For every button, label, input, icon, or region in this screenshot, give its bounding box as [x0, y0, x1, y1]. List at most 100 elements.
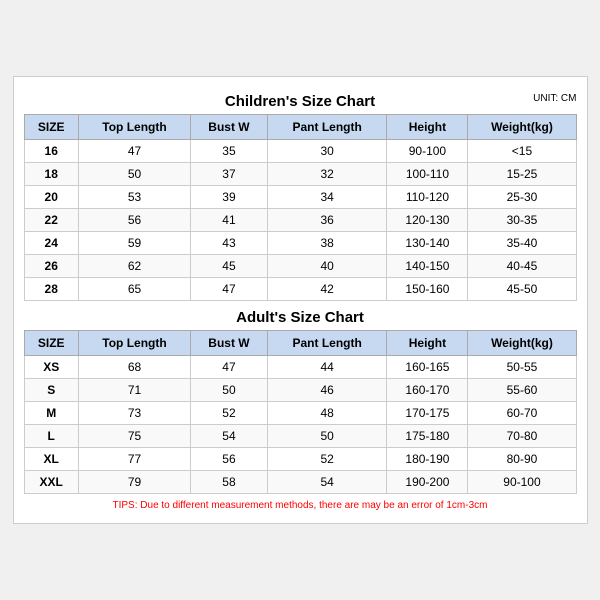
- table-cell: 38: [267, 232, 387, 255]
- table-cell: 150-160: [387, 278, 468, 301]
- table-cell: 47: [191, 356, 268, 379]
- table-cell: L: [24, 425, 78, 448]
- adult-table-body: XS684744160-16550-55S715046160-17055-60M…: [24, 356, 576, 494]
- table-cell: 52: [191, 402, 268, 425]
- table-cell: 39: [191, 186, 268, 209]
- table-cell: 26: [24, 255, 78, 278]
- column-header: Pant Length: [267, 115, 387, 140]
- column-header: Height: [387, 115, 468, 140]
- table-cell: 30: [267, 140, 387, 163]
- table-cell: XL: [24, 448, 78, 471]
- table-row: 20533934110-12025-30: [24, 186, 576, 209]
- children-table-body: 1647353090-100<1518503732100-11015-25205…: [24, 140, 576, 301]
- table-cell: <15: [468, 140, 576, 163]
- table-cell: 53: [78, 186, 190, 209]
- table-row: 24594338130-14035-40: [24, 232, 576, 255]
- table-cell: 50: [191, 379, 268, 402]
- table-cell: 71: [78, 379, 190, 402]
- table-cell: 140-150: [387, 255, 468, 278]
- table-cell: 62: [78, 255, 190, 278]
- table-cell: 50: [267, 425, 387, 448]
- table-row: 18503732100-11015-25: [24, 163, 576, 186]
- table-cell: 45: [191, 255, 268, 278]
- children-size-table: SIZETop LengthBust WPant LengthHeightWei…: [24, 114, 577, 301]
- table-row: L755450175-18070-80: [24, 425, 576, 448]
- table-cell: 25-30: [468, 186, 576, 209]
- table-cell: 170-175: [387, 402, 468, 425]
- table-cell: M: [24, 402, 78, 425]
- table-cell: 56: [78, 209, 190, 232]
- table-cell: XS: [24, 356, 78, 379]
- table-cell: 58: [191, 471, 268, 494]
- table-cell: 18: [24, 163, 78, 186]
- table-cell: 30-35: [468, 209, 576, 232]
- table-cell: 55-60: [468, 379, 576, 402]
- unit-label: UNIT: CM: [533, 93, 576, 104]
- table-cell: 160-170: [387, 379, 468, 402]
- table-cell: 100-110: [387, 163, 468, 186]
- table-cell: 77: [78, 448, 190, 471]
- table-cell: 45-50: [468, 278, 576, 301]
- table-cell: 40: [267, 255, 387, 278]
- table-cell: 34: [267, 186, 387, 209]
- column-header: Top Length: [78, 115, 190, 140]
- table-cell: 22: [24, 209, 78, 232]
- table-cell: 79: [78, 471, 190, 494]
- table-cell: 80-90: [468, 448, 576, 471]
- table-cell: 43: [191, 232, 268, 255]
- table-cell: 54: [191, 425, 268, 448]
- table-cell: 37: [191, 163, 268, 186]
- table-cell: 47: [78, 140, 190, 163]
- table-cell: 50-55: [468, 356, 576, 379]
- table-cell: 46: [267, 379, 387, 402]
- table-cell: 90-100: [468, 471, 576, 494]
- column-header: Bust W: [191, 331, 268, 356]
- table-cell: 52: [267, 448, 387, 471]
- table-cell: 60-70: [468, 402, 576, 425]
- column-header: SIZE: [24, 331, 78, 356]
- adult-size-table: SIZETop LengthBust WPant LengthHeightWei…: [24, 330, 577, 494]
- table-cell: 48: [267, 402, 387, 425]
- table-row: XXL795854190-20090-100: [24, 471, 576, 494]
- table-cell: 73: [78, 402, 190, 425]
- column-header: Top Length: [78, 331, 190, 356]
- table-cell: 44: [267, 356, 387, 379]
- table-cell: S: [24, 379, 78, 402]
- table-row: 1647353090-100<15: [24, 140, 576, 163]
- table-cell: 15-25: [468, 163, 576, 186]
- table-cell: 35-40: [468, 232, 576, 255]
- table-cell: 90-100: [387, 140, 468, 163]
- adult-header-row: SIZETop LengthBust WPant LengthHeightWei…: [24, 331, 576, 356]
- children-header-row: SIZETop LengthBust WPant LengthHeightWei…: [24, 115, 576, 140]
- table-cell: 41: [191, 209, 268, 232]
- table-row: XL775652180-19080-90: [24, 448, 576, 471]
- table-cell: 120-130: [387, 209, 468, 232]
- table-cell: 65: [78, 278, 190, 301]
- table-cell: XXL: [24, 471, 78, 494]
- table-row: 28654742150-16045-50: [24, 278, 576, 301]
- column-header: Height: [387, 331, 468, 356]
- table-cell: 110-120: [387, 186, 468, 209]
- table-cell: 20: [24, 186, 78, 209]
- column-header: Weight(kg): [468, 115, 576, 140]
- column-header: SIZE: [24, 115, 78, 140]
- table-cell: 160-165: [387, 356, 468, 379]
- table-cell: 175-180: [387, 425, 468, 448]
- tips-text: TIPS: Due to different measurement metho…: [24, 494, 577, 513]
- table-cell: 130-140: [387, 232, 468, 255]
- column-header: Bust W: [191, 115, 268, 140]
- table-row: 26624540140-15040-45: [24, 255, 576, 278]
- column-header: Pant Length: [267, 331, 387, 356]
- table-cell: 190-200: [387, 471, 468, 494]
- children-title: Children's Size Chart UNIT: CM: [24, 87, 577, 114]
- table-cell: 70-80: [468, 425, 576, 448]
- table-cell: 47: [191, 278, 268, 301]
- table-row: S715046160-17055-60: [24, 379, 576, 402]
- table-cell: 32: [267, 163, 387, 186]
- table-cell: 54: [267, 471, 387, 494]
- chart-container: Children's Size Chart UNIT: CM SIZETop L…: [13, 76, 588, 524]
- table-row: XS684744160-16550-55: [24, 356, 576, 379]
- table-row: 22564136120-13030-35: [24, 209, 576, 232]
- table-row: M735248170-17560-70: [24, 402, 576, 425]
- table-cell: 50: [78, 163, 190, 186]
